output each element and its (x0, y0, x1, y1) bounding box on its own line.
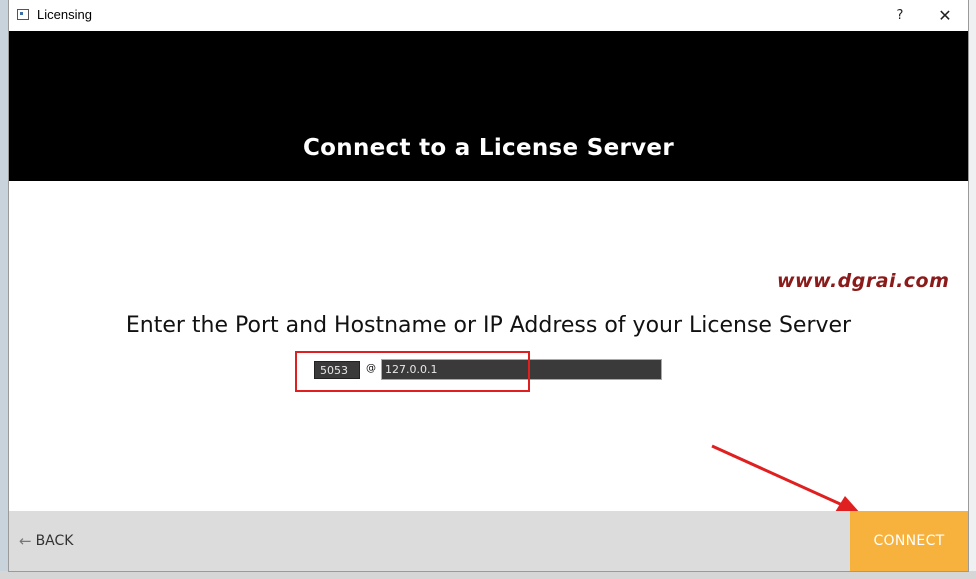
annotation-arrow-icon (711, 444, 861, 514)
annotation-highlight-box (295, 351, 530, 392)
footer-bar: ← BACK CONNECT (9, 511, 968, 571)
licensing-window: Licensing ? ✕ Connect to a License Serve… (9, 0, 968, 571)
back-button[interactable]: ← BACK (19, 531, 73, 551)
window-title: Licensing (37, 7, 92, 22)
page-title: Connect to a License Server (303, 135, 674, 161)
back-button-label: BACK (35, 533, 74, 549)
connect-button[interactable]: CONNECT (850, 511, 968, 571)
title-bar: Licensing ? ✕ (9, 0, 968, 31)
app-window-icon (17, 9, 29, 20)
close-button[interactable]: ✕ (922, 0, 968, 31)
watermark-text: www.dgrai.com (777, 270, 950, 292)
server-prompt-text: Enter the Port and Hostname or IP Addres… (125, 313, 852, 338)
back-arrow-icon: ← (19, 532, 32, 550)
desktop-background-left (0, 0, 9, 579)
header-banner: Connect to a License Server (9, 31, 968, 181)
desktop-background-right (968, 0, 976, 579)
desktop-taskbar-strip (0, 571, 976, 579)
help-button[interactable]: ? (877, 0, 923, 31)
